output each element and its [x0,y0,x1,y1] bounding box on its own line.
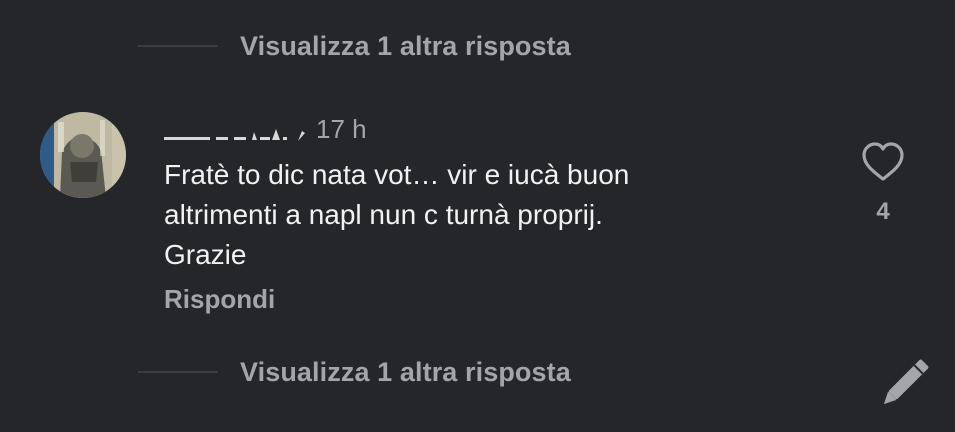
view-more-replies-label: Visualizza 1 altra risposta [240,356,571,387]
like-count: 4 [876,198,890,225]
thread-divider [138,371,218,373]
avatar[interactable] [40,112,126,198]
heart-outline-icon [862,142,904,181]
reply-button[interactable]: Rispondi [164,284,275,315]
view-more-replies-top[interactable]: Visualizza 1 altra risposta [138,26,571,66]
comment-timestamp: 17 h [316,114,367,144]
comment-author[interactable]: 17 h [164,115,367,143]
compose-button[interactable] [868,350,938,420]
comment-text: Fratè to dic nata vot… vir e iucà buon a… [164,159,630,270]
view-more-replies-bottom[interactable]: Visualizza 1 altra risposta [138,352,571,392]
like-button[interactable] [858,140,908,184]
username-handle [164,129,305,141]
view-more-replies-label: Visualizza 1 altra risposta [240,30,571,61]
thread-divider [138,45,218,47]
pencil-icon [883,359,929,405]
